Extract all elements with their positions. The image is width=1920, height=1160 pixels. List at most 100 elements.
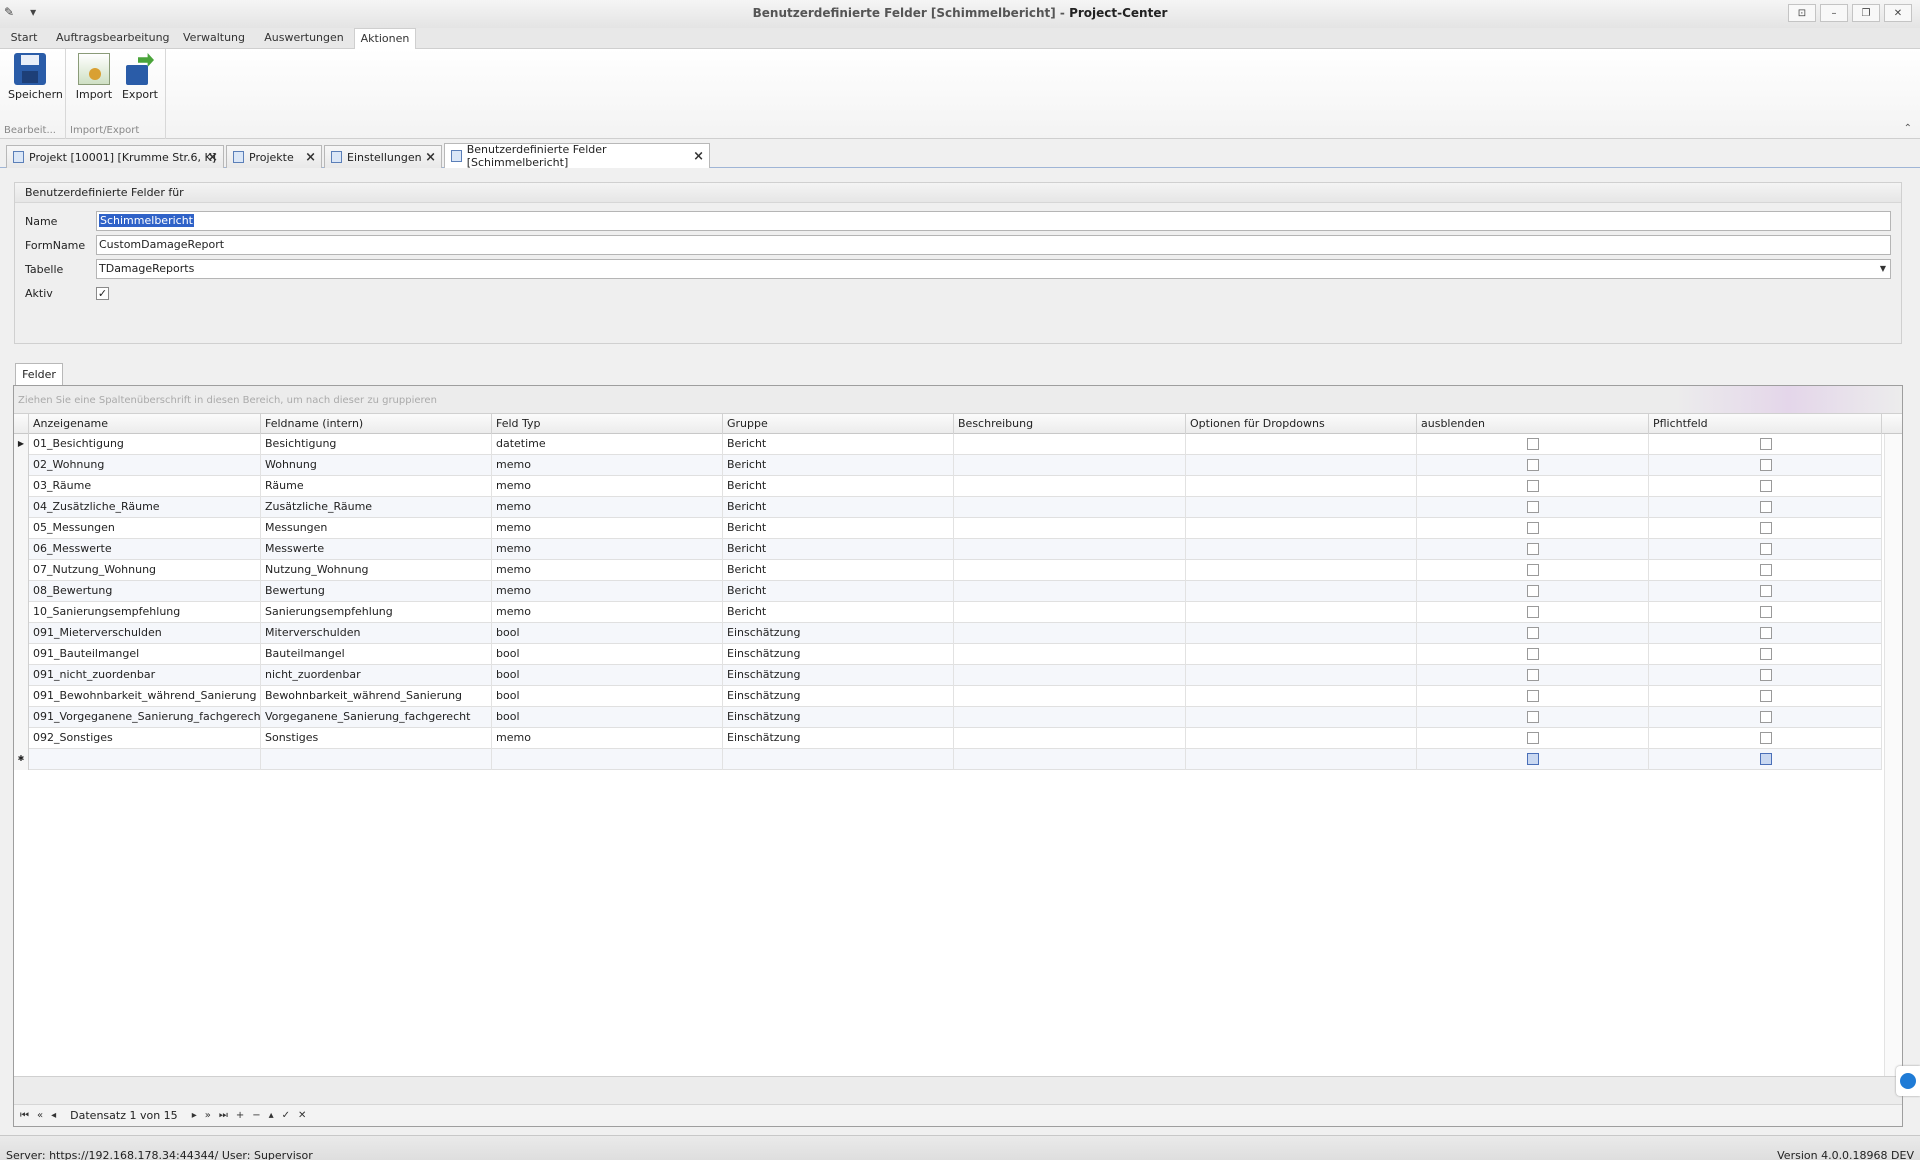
- pflichtfeld-checkbox[interactable]: [1759, 522, 1772, 534]
- table-cell[interactable]: memo: [492, 497, 723, 518]
- column-header[interactable]: Optionen für Dropdowns: [1186, 414, 1417, 434]
- ausblenden-checkbox[interactable]: [1527, 606, 1539, 618]
- formname-input[interactable]: CustomDamageReport: [96, 235, 1891, 255]
- table-cell[interactable]: 02_Wohnung: [29, 455, 261, 476]
- table-cell[interactable]: [954, 602, 1186, 623]
- table-cell[interactable]: [954, 623, 1186, 644]
- pflichtfeld-checkbox[interactable]: [1759, 732, 1772, 744]
- table-cell[interactable]: [954, 707, 1186, 728]
- pflichtfeld-checkbox[interactable]: [1759, 501, 1772, 513]
- table-cell[interactable]: [1186, 560, 1417, 581]
- ribbon-tab-start[interactable]: Start: [4, 28, 44, 49]
- prev-page-icon[interactable]: «: [35, 1110, 45, 1121]
- table-cell[interactable]: 091_Bewohnbarkeit_während_Sanierung: [29, 686, 261, 707]
- table-row[interactable]: ▶ 01_Besichtigung Besichtigung datetime Beri…: [14, 434, 1882, 455]
- save-button[interactable]: Speichern: [8, 53, 63, 101]
- table-row[interactable]: 07_Nutzung_Wohnung Nutzung_Wohnung memo Ber…: [14, 560, 1882, 581]
- doc-tab-projekte[interactable]: Projekte ×: [226, 145, 322, 168]
- table-cell[interactable]: [492, 749, 723, 770]
- close-tab-icon[interactable]: ×: [425, 150, 436, 165]
- doc-tab-projekt[interactable]: Projekt [10001] [Krumme Str.6, K] ×: [6, 145, 224, 168]
- table-cell[interactable]: 10_Sanierungsempfehlung: [29, 602, 261, 623]
- pflichtfeld-checkbox[interactable]: [1759, 585, 1772, 597]
- ausblenden-checkbox[interactable]: [1527, 522, 1539, 534]
- table-cell[interactable]: [954, 455, 1186, 476]
- table-cell[interactable]: [1186, 623, 1417, 644]
- table-cell[interactable]: [1186, 707, 1417, 728]
- ausblenden-checkbox[interactable]: [1527, 564, 1539, 576]
- new-row[interactable]: ✱: [14, 749, 1882, 770]
- table-cell[interactable]: bool: [492, 707, 723, 728]
- ausblenden-checkbox[interactable]: [1527, 753, 1539, 765]
- column-header[interactable]: Anzeigename: [29, 414, 261, 434]
- table-cell[interactable]: 06_Messwerte: [29, 539, 261, 560]
- table-cell[interactable]: [1186, 497, 1417, 518]
- cancel-edit-icon[interactable]: ✕: [296, 1110, 308, 1121]
- table-cell[interactable]: Miterverschulden: [261, 623, 492, 644]
- tabelle-select[interactable]: TDamageReports ▼: [96, 259, 1891, 279]
- table-cell[interactable]: 03_Räume: [29, 476, 261, 497]
- table-cell[interactable]: [1186, 434, 1417, 455]
- ausblenden-checkbox[interactable]: [1527, 690, 1539, 702]
- tab-felder[interactable]: Felder: [15, 363, 63, 385]
- table-row[interactable]: 03_Räume Räume memo Bericht: [14, 476, 1882, 497]
- table-row[interactable]: 05_Messungen Messungen memo Bericht: [14, 518, 1882, 539]
- ausblenden-checkbox[interactable]: [1527, 501, 1539, 513]
- table-cell[interactable]: 08_Bewertung: [29, 581, 261, 602]
- ausblenden-checkbox[interactable]: [1527, 480, 1539, 492]
- table-row[interactable]: 02_Wohnung Wohnung memo Bericht: [14, 455, 1882, 476]
- minimize-button[interactable]: –: [1820, 4, 1848, 22]
- column-header[interactable]: Beschreibung: [954, 414, 1186, 434]
- table-cell[interactable]: Bericht: [723, 560, 954, 581]
- table-cell[interactable]: Bericht: [723, 539, 954, 560]
- fullscreen-icon[interactable]: ⊡: [1788, 4, 1816, 22]
- ausblenden-checkbox[interactable]: [1527, 648, 1539, 660]
- ribbon-collapse-icon[interactable]: ⌃: [1904, 123, 1912, 134]
- table-row[interactable]: 10_Sanierungsempfehlung Sanierungsempfehl…: [14, 602, 1882, 623]
- close-button[interactable]: ✕: [1884, 4, 1912, 22]
- table-cell[interactable]: Vorgeganene_Sanierung_fachgerecht: [261, 707, 492, 728]
- pflichtfeld-checkbox[interactable]: [1759, 690, 1772, 702]
- table-cell[interactable]: [954, 560, 1186, 581]
- export-button[interactable]: Export: [118, 53, 162, 101]
- table-cell[interactable]: [1186, 665, 1417, 686]
- table-cell[interactable]: Einschätzung: [723, 644, 954, 665]
- table-cell[interactable]: Bericht: [723, 581, 954, 602]
- restore-button[interactable]: ❐: [1852, 4, 1880, 22]
- table-row[interactable]: 091_Vorgeganene_Sanierung_fachgerecht Vor…: [14, 707, 1882, 728]
- table-cell[interactable]: [1186, 539, 1417, 560]
- table-cell[interactable]: Einschätzung: [723, 728, 954, 749]
- table-cell[interactable]: bool: [492, 686, 723, 707]
- table-cell[interactable]: [1186, 581, 1417, 602]
- doc-tab-einstellungen[interactable]: Einstellungen ×: [324, 145, 442, 168]
- column-header[interactable]: Pflichtfeld: [1649, 414, 1882, 434]
- table-cell[interactable]: Wohnung: [261, 455, 492, 476]
- pflichtfeld-checkbox[interactable]: [1759, 438, 1772, 450]
- table-row[interactable]: 091_Bewohnbarkeit_während_Sanierung Bewoh…: [14, 686, 1882, 707]
- ausblenden-checkbox[interactable]: [1527, 711, 1539, 723]
- close-tab-icon[interactable]: ×: [207, 150, 218, 165]
- remote-support-icon[interactable]: [1896, 1066, 1920, 1096]
- table-cell[interactable]: [1186, 602, 1417, 623]
- last-record-icon[interactable]: ⏭: [217, 1110, 230, 1121]
- table-cell[interactable]: 091_nicht_zuordenbar: [29, 665, 261, 686]
- table-cell[interactable]: Zusätzliche_Räume: [261, 497, 492, 518]
- table-cell[interactable]: memo: [492, 602, 723, 623]
- next-record-icon[interactable]: ▸: [190, 1110, 199, 1121]
- table-cell[interactable]: [1186, 476, 1417, 497]
- ausblenden-checkbox[interactable]: [1527, 543, 1539, 555]
- ausblenden-checkbox[interactable]: [1527, 459, 1539, 471]
- ribbon-tab-verwaltung[interactable]: Verwaltung: [178, 28, 250, 49]
- table-cell[interactable]: Einschätzung: [723, 665, 954, 686]
- table-cell[interactable]: 05_Messungen: [29, 518, 261, 539]
- table-cell[interactable]: Bericht: [723, 476, 954, 497]
- table-cell[interactable]: Bauteilmangel: [261, 644, 492, 665]
- close-tab-icon[interactable]: ×: [305, 150, 316, 165]
- pflichtfeld-checkbox[interactable]: [1759, 627, 1772, 639]
- table-row[interactable]: 08_Bewertung Bewertung memo Bericht: [14, 581, 1882, 602]
- table-cell[interactable]: Sanierungsempfehlung: [261, 602, 492, 623]
- ausblenden-checkbox[interactable]: [1527, 669, 1539, 681]
- table-cell[interactable]: 091_Mieterverschulden: [29, 623, 261, 644]
- table-cell[interactable]: 091_Bauteilmangel: [29, 644, 261, 665]
- table-cell[interactable]: bool: [492, 665, 723, 686]
